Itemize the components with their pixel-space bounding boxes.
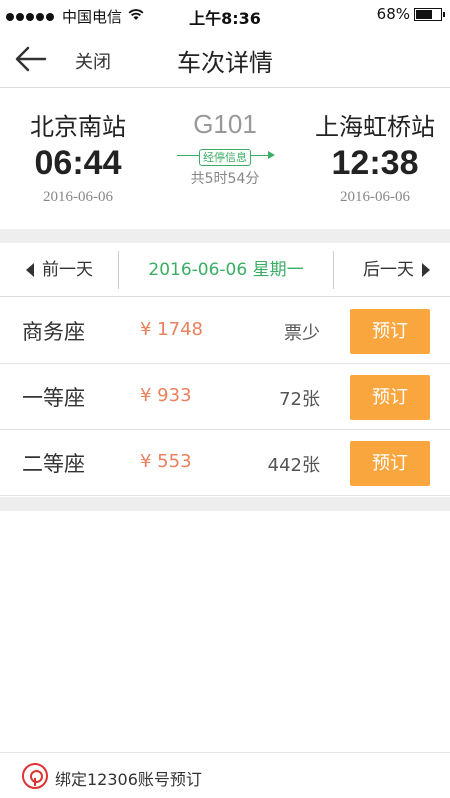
train-info: G101 经停信息 共5时54分 — [150, 109, 300, 188]
page-title: 车次详情 — [177, 49, 273, 77]
next-day-label: 后一天 — [363, 260, 414, 280]
seat-price: ¥ 553 — [140, 451, 192, 472]
triangle-right-icon — [422, 263, 430, 277]
section-divider — [0, 497, 450, 511]
seat-remaining: 72张 — [279, 389, 320, 410]
arrival-date: 2016-06-06 — [340, 189, 410, 205]
stops-info-button[interactable]: 经停信息 — [177, 146, 275, 166]
status-right: 68% — [376, 5, 445, 23]
railway-logo-icon — [22, 763, 48, 789]
route-arrow-icon — [268, 151, 275, 159]
seat-row-business: 商务座 ¥ 1748 票少 预订 — [0, 298, 450, 364]
seat-type: 二等座 — [22, 452, 85, 476]
previous-day-button[interactable]: 前一天 — [26, 243, 93, 297]
travel-duration: 共5时54分 — [190, 171, 260, 187]
seat-remaining: 票少 — [284, 323, 320, 344]
seat-type: 商务座 — [22, 320, 85, 344]
bind-account-label[interactable]: 绑定12306账号预订 — [55, 766, 202, 790]
divider — [333, 251, 334, 289]
seat-list: 商务座 ¥ 1748 票少 预订 一等座 ¥ 933 72张 预订 二等座 ¥ … — [0, 298, 450, 496]
bind-account-bar[interactable]: 绑定12306账号预订 — [0, 752, 450, 798]
section-divider — [0, 229, 450, 243]
seat-price: ¥ 1748 — [140, 319, 203, 340]
battery-percent: 68% — [376, 5, 410, 23]
stops-info-label: 经停信息 — [199, 149, 251, 166]
departure-date: 2016-06-06 — [43, 189, 113, 205]
current-date[interactable]: 2016-06-06 星期一 — [119, 243, 333, 297]
train-summary: 北京南站 06:44 2016-06-06 G101 经停信息 共5时54分 上… — [0, 89, 450, 229]
arrival-station-name: 上海虹桥站 — [315, 113, 435, 141]
triangle-left-icon — [26, 263, 34, 277]
departure-time: 06:44 — [34, 144, 122, 182]
book-button[interactable]: 预订 — [350, 441, 430, 486]
battery-icon — [414, 7, 445, 21]
seat-type: 一等座 — [22, 386, 85, 410]
departure-station: 北京南站 06:44 2016-06-06 — [3, 107, 153, 206]
train-code: G101 — [193, 109, 257, 139]
book-button[interactable]: 预订 — [350, 309, 430, 354]
seat-row-first-class: 一等座 ¥ 933 72张 预订 — [0, 364, 450, 430]
arrival-time: 12:38 — [331, 144, 419, 182]
book-button[interactable]: 预订 — [350, 375, 430, 420]
departure-station-name: 北京南站 — [30, 113, 126, 141]
status-bar: 中国电信 上午8:36 68% — [0, 0, 450, 30]
arrival-station: 上海虹桥站 12:38 2016-06-06 — [300, 107, 450, 206]
nav-bar: 关闭 车次详情 — [0, 30, 450, 88]
previous-day-label: 前一天 — [42, 260, 93, 280]
next-day-button[interactable]: 后一天 — [363, 243, 430, 297]
date-switcher: 前一天 2016-06-06 星期一 后一天 — [0, 243, 450, 297]
seat-remaining: 442张 — [267, 455, 320, 476]
seat-price: ¥ 933 — [140, 385, 192, 406]
seat-row-second-class: 二等座 ¥ 553 442张 预订 — [0, 430, 450, 496]
